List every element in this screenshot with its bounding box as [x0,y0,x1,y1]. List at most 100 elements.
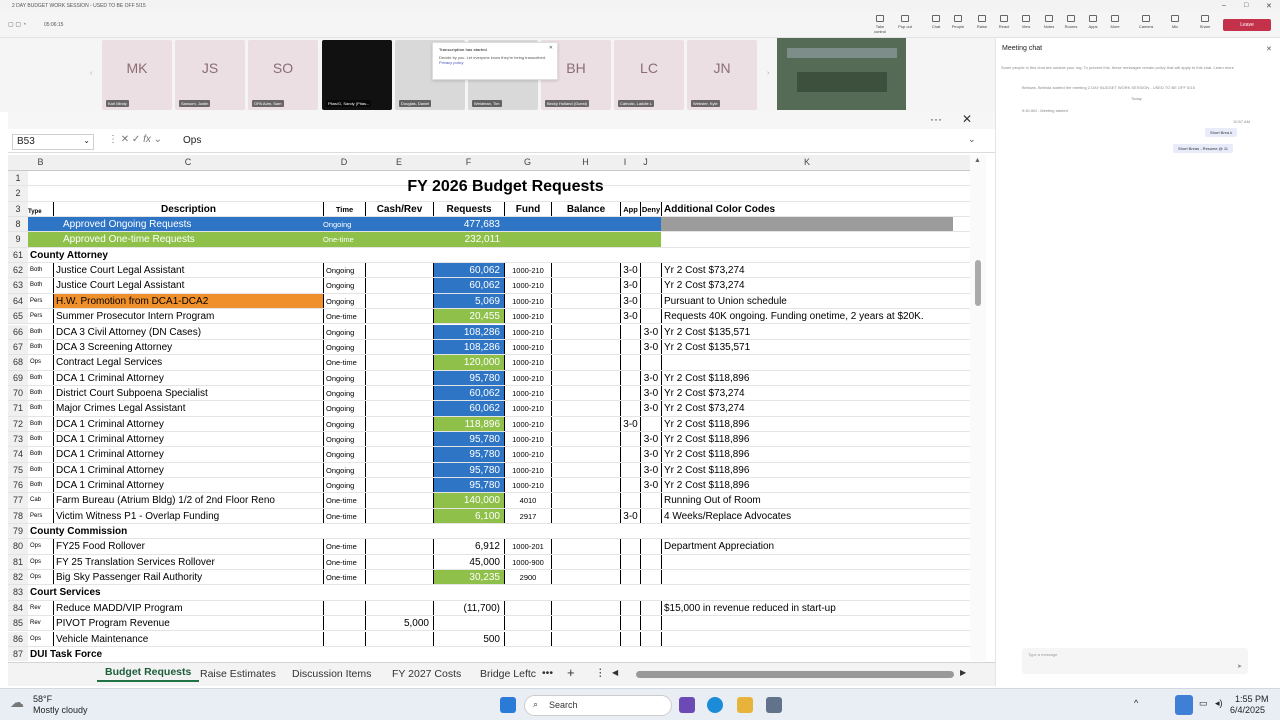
maximize-icon[interactable]: □ [1244,2,1248,9]
balance-cell[interactable] [551,600,620,616]
more-options-icon[interactable]: ··· [930,112,942,126]
requests-cell[interactable]: 500 [433,631,504,646]
requests-cell[interactable]: 95,780 [433,431,504,447]
row-number[interactable]: 81 [8,554,28,570]
deny-cell[interactable] [640,293,661,309]
cash-rev-cell[interactable] [365,263,433,278]
toolbar-people-button[interactable]: People [948,15,968,29]
notes-cell[interactable]: Yr 2 Cost $118,896 [661,416,953,431]
fund-cell[interactable]: 1000-900 [504,554,551,570]
row-number[interactable]: 72 [8,416,28,431]
row-number[interactable]: 80 [8,539,28,554]
notes-cell[interactable]: 4 Weeks/Replace Advocates [661,508,953,524]
fund-cell[interactable] [504,600,551,616]
row-number[interactable]: 64 [8,293,28,309]
approve-cell[interactable] [620,554,640,570]
cash-rev-cell[interactable] [365,401,433,416]
leave-button[interactable]: Leave [1223,19,1271,31]
time-cell[interactable]: Ongoing [323,431,365,447]
notes-cell[interactable]: Running Out of Room [661,493,953,508]
description-cell[interactable]: Justice Court Legal Assistant [53,263,323,278]
notes-cell[interactable] [661,631,953,646]
participant-tile[interactable]: MK Karl Mindy [102,40,172,110]
time-cell[interactable]: Ongoing [323,370,365,385]
toolbar-mic-button[interactable]: Mic [1165,15,1185,29]
requests-cell[interactable]: 6,100 [433,508,504,524]
row-number[interactable]: 86 [8,631,28,646]
time-cell[interactable]: One-time [323,309,365,324]
cash-rev-cell[interactable] [365,309,433,324]
fund-cell[interactable]: 2917 [504,508,551,524]
balance-cell[interactable] [551,401,620,416]
toolbar-rooms-button[interactable]: Rooms [1061,15,1081,29]
deny-cell[interactable]: 3-0 [640,370,661,385]
spreadsheet-grid[interactable]: 1 2 FY 2026 Budget Requests 3 Type Descriptio… [8,171,970,661]
row-number[interactable]: 8 [8,217,28,232]
notes-cell[interactable]: Requests 40K ongoing. Funding onetime, 2… [661,309,953,324]
row-number[interactable]: 74 [8,447,28,462]
fund-cell[interactable]: 2900 [504,570,551,585]
toolbar-react-button[interactable]: React [994,15,1014,29]
requests-cell[interactable]: 95,780 [433,478,504,493]
row-number[interactable]: 76 [8,478,28,493]
balance-cell[interactable] [551,278,620,293]
minimize-icon[interactable]: – [1222,2,1226,9]
description-cell[interactable]: Major Crimes Legal Assistant [53,401,323,416]
taskbar-search[interactable]: ⌕ Search [524,695,672,716]
time-cell[interactable]: Ongoing [323,293,365,309]
row-number[interactable]: 85 [8,616,28,631]
row-number[interactable]: 1 [8,171,28,186]
vertical-scrollbar[interactable]: ▲ [970,155,986,661]
requests-cell[interactable]: 140,000 [433,493,504,508]
requests-cell[interactable]: 60,062 [433,401,504,416]
balance-cell[interactable] [551,493,620,508]
type-cell[interactable]: Pers [28,309,53,323]
approve-cell[interactable] [620,493,640,508]
row-number[interactable]: 62 [8,263,28,278]
balance-cell[interactable] [551,478,620,493]
description-cell[interactable]: Victim Witness P1 - Overlap Funding [53,508,323,524]
balance-cell[interactable] [551,293,620,309]
requests-cell[interactable] [433,616,504,631]
deny-cell[interactable] [640,278,661,293]
toolbar-camera-button[interactable]: Camera [1136,15,1156,29]
approve-cell[interactable] [620,370,640,385]
horizontal-scroll-thumb[interactable] [636,671,954,678]
time-cell[interactable]: One-time [323,493,365,508]
header-cash-rev[interactable]: Cash/Rev [365,201,433,217]
time-cell[interactable]: Ongoing [323,324,365,339]
notes-cell[interactable]: $15,000 in revenue reduced in start-up [661,600,953,616]
requests-cell[interactable]: 477,683 [433,217,504,232]
requests-cell[interactable]: 60,062 [433,263,504,278]
band-label[interactable]: Approved Ongoing Requests [53,217,323,232]
time-cell[interactable]: Ongoing [323,416,365,431]
show-hidden-icons[interactable]: ^ [1134,698,1138,708]
fund-cell[interactable]: 1000-201 [504,539,551,554]
notes-cell[interactable]: Yr 2 Cost $118,896 [661,431,953,447]
fund-cell[interactable]: 1000-210 [504,293,551,309]
header-description[interactable]: Description [53,201,323,217]
fund-cell[interactable]: 1000-210 [504,462,551,477]
deny-cell[interactable] [640,309,661,324]
row-number[interactable]: 63 [8,278,28,293]
time-cell[interactable]: One-time [323,508,365,524]
approve-cell[interactable] [620,324,640,339]
description-cell[interactable]: DCA 1 Criminal Attorney [53,462,323,477]
header-time[interactable]: Time [323,201,365,217]
strip-next-icon[interactable]: › [767,70,769,77]
description-cell[interactable]: DCA 3 Screening Attorney [53,339,323,355]
notes-cell[interactable]: Yr 2 Cost $73,274 [661,401,953,416]
network-icon[interactable]: ▭ [1199,698,1208,709]
description-cell[interactable]: DCA 1 Criminal Attorney [53,416,323,431]
requests-cell[interactable]: 108,286 [433,324,504,339]
type-cell[interactable]: Both [28,432,53,446]
row-number[interactable]: 83 [8,585,28,600]
time-cell[interactable]: One-time [323,539,365,554]
chat-input[interactable]: Type a message ➤ [1022,648,1248,674]
description-cell[interactable]: DCA 3 Civil Attorney (DN Cases) [53,324,323,339]
approve-cell[interactable] [620,478,640,493]
row-number[interactable]: 61 [8,247,28,263]
sheet-tab[interactable]: Raise Estimates [200,668,276,680]
cash-rev-cell[interactable] [365,385,433,401]
time-cell[interactable] [323,600,365,616]
